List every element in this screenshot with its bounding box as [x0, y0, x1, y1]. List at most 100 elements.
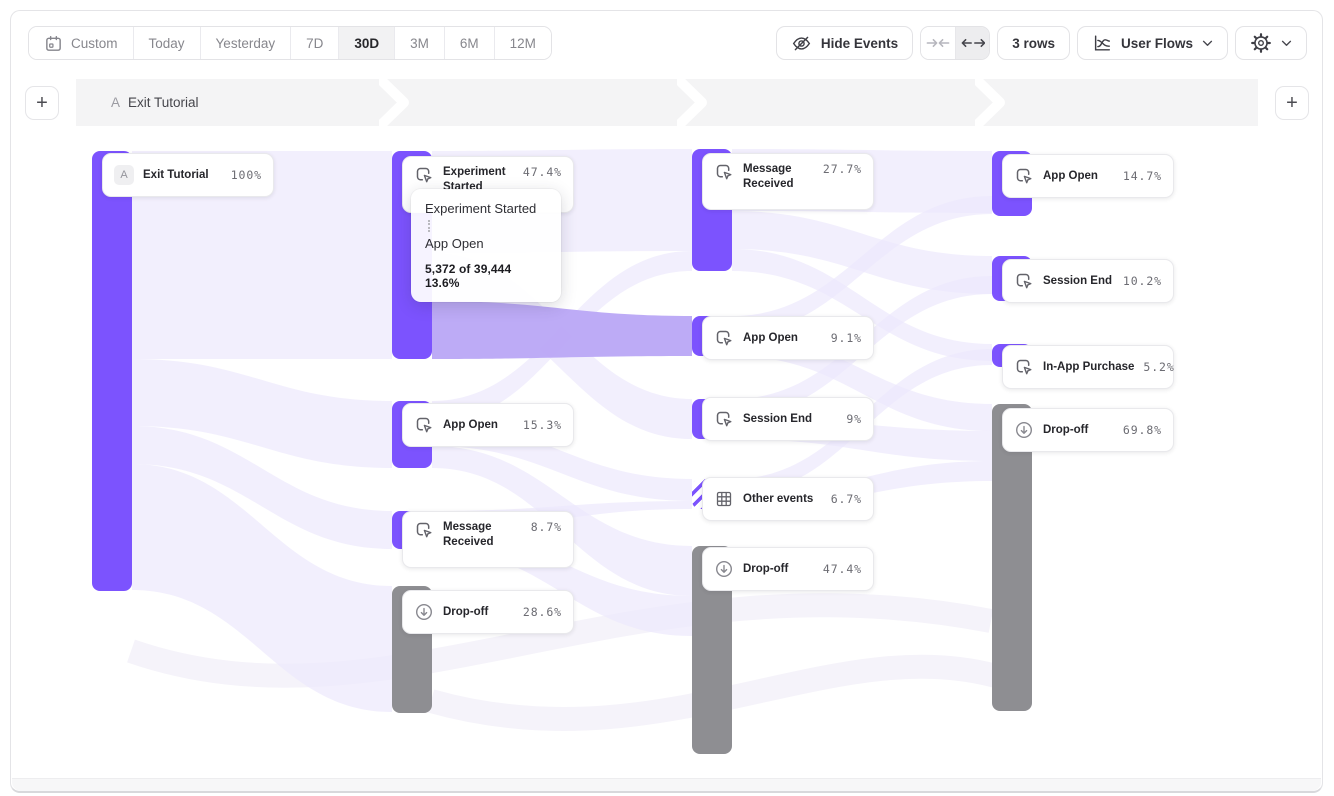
date-range-label: Custom	[71, 36, 118, 51]
node-card-app-open-step3[interactable]: App Open 9.1%	[702, 316, 874, 360]
date-range-control: Custom Today Yesterday 7D 30D 3M 6M 12M	[28, 26, 552, 60]
column-width-toggle	[920, 26, 990, 60]
node-card-exit-tutorial[interactable]: AExit Tutorial100%	[102, 153, 274, 197]
node-value: 27.7%	[823, 162, 862, 176]
step-divider-chevron	[379, 79, 409, 126]
chevron-down-icon	[1281, 40, 1292, 47]
node-value: 6.7%	[831, 492, 862, 506]
date-range-label: 12M	[510, 36, 536, 51]
node-value: 9%	[846, 412, 862, 426]
hide-events-button[interactable]: Hide Events	[776, 26, 913, 60]
node-card-other-events-step3[interactable]: Other events 6.7%	[702, 477, 874, 521]
node-value: 9.1%	[831, 331, 862, 345]
tap-icon	[1014, 166, 1034, 186]
node-value: 47.4%	[523, 165, 562, 179]
date-range-label: 3M	[410, 36, 429, 51]
date-range-yesterday[interactable]: Yesterday	[200, 27, 291, 59]
tap-icon	[1014, 357, 1034, 377]
add-column-left-button[interactable]: +	[25, 86, 59, 120]
flow-link-highlighted[interactable]	[432, 301, 692, 359]
drop-off-icon	[1014, 420, 1034, 440]
node-card-app-open-step2[interactable]: App Open 15.3%	[402, 403, 574, 447]
node-card-in-app-purchase-step4[interactable]: In-App Purchase 5.2%	[1002, 345, 1174, 389]
step-header-band[interactable]: A Exit Tutorial	[76, 79, 1258, 126]
node-card-message-received-step2[interactable]: Message Received 8.7%	[402, 511, 574, 568]
date-range-label: Today	[149, 36, 185, 51]
collapse-arrows-icon	[926, 36, 950, 50]
date-range-30d[interactable]: 30D	[338, 27, 394, 59]
node-card-drop-off-step4[interactable]: Drop-off69.8%	[1002, 408, 1174, 452]
date-range-custom[interactable]: Custom	[29, 27, 133, 59]
node-value: 47.4%	[823, 562, 862, 576]
node-card-session-end-step4[interactable]: Session End10.2%	[1002, 259, 1174, 303]
drop-off-icon	[414, 602, 434, 622]
node-label: Message Received	[443, 520, 522, 550]
user-flows-chart-icon	[1092, 33, 1112, 53]
collapse-columns-button[interactable]	[921, 27, 955, 59]
tap-icon	[714, 409, 734, 429]
date-range-label: Yesterday	[216, 36, 276, 51]
step-divider-chevron	[677, 79, 707, 126]
sankey-bar-exit-tutorial[interactable]	[92, 151, 132, 591]
expand-columns-button[interactable]	[955, 27, 989, 59]
node-card-drop-off-step3[interactable]: Drop-off 47.4%	[702, 547, 874, 591]
gear-icon	[1250, 32, 1272, 54]
expand-arrows-icon	[961, 36, 985, 50]
node-label: App Open	[443, 418, 498, 433]
view-selector-button[interactable]: User Flows	[1077, 26, 1228, 60]
settings-button[interactable]	[1235, 26, 1307, 60]
date-range-6m[interactable]: 6M	[444, 27, 494, 59]
step-title: Exit Tutorial	[128, 95, 199, 110]
node-label: Session End	[1043, 274, 1112, 289]
tooltip-stat: 5,372 of 39,444 13.6%	[425, 262, 547, 290]
steps-header-row: + A Exit Tutorial +	[11, 79, 1322, 126]
grid-icon	[714, 489, 734, 509]
sankey-canvas: Experiment Started App Open 5,372 of 39,…	[11, 11, 1322, 791]
tap-icon	[414, 165, 434, 185]
date-range-label: 30D	[354, 36, 379, 51]
step-divider-chevron	[975, 79, 1005, 126]
node-card-message-received-step3[interactable]: Message Received 27.7%	[702, 153, 874, 210]
node-label: App Open	[743, 331, 798, 346]
node-card-app-open-step4[interactable]: App Open14.7%	[1002, 154, 1174, 198]
chevron-down-icon	[1202, 40, 1213, 47]
sankey-links-layer	[11, 11, 1324, 794]
hide-events-label: Hide Events	[821, 36, 898, 51]
step-letter: A	[111, 95, 120, 110]
tooltip-target-event: App Open	[425, 236, 547, 251]
node-label: Drop-off	[443, 605, 488, 620]
tooltip-source-event: Experiment Started	[425, 201, 547, 216]
node-card-drop-off-step2[interactable]: Drop-off 28.6%	[402, 590, 574, 634]
add-column-right-button[interactable]: +	[1275, 86, 1309, 120]
node-value: 15.3%	[523, 418, 562, 432]
node-label: Message Received	[743, 162, 814, 192]
node-label: In-App Purchase	[1043, 360, 1134, 375]
rows-button[interactable]: 3 rows	[997, 26, 1070, 60]
date-range-12m[interactable]: 12M	[494, 27, 551, 59]
node-label: Drop-off	[743, 562, 788, 577]
node-value: 5.2%	[1143, 360, 1174, 374]
eye-off-icon	[791, 33, 812, 54]
node-label: Other events	[743, 492, 813, 507]
tap-icon	[714, 162, 734, 182]
node-label: Session End	[743, 412, 812, 427]
horizontal-scrollbar[interactable]	[12, 778, 1321, 791]
date-range-3m[interactable]: 3M	[394, 27, 444, 59]
drop-off-icon	[714, 559, 734, 579]
node-value: 69.8%	[1123, 423, 1162, 437]
date-range-label: 7D	[306, 36, 323, 51]
tap-icon	[1014, 271, 1034, 291]
tap-icon	[414, 415, 434, 435]
node-label: Exit Tutorial	[143, 168, 209, 183]
tap-icon	[414, 520, 434, 540]
node-value: 28.6%	[523, 605, 562, 619]
user-flows-app: Custom Today Yesterday 7D 30D 3M 6M 12M Hide Ev…	[10, 10, 1323, 793]
step-header-label: A Exit Tutorial	[111, 79, 199, 126]
date-range-label: 6M	[460, 36, 479, 51]
node-value: 8.7%	[531, 520, 562, 534]
tap-icon	[714, 328, 734, 348]
date-range-today[interactable]: Today	[133, 27, 200, 59]
node-value: 100%	[231, 168, 262, 182]
date-range-7d[interactable]: 7D	[290, 27, 338, 59]
node-card-session-end-step3[interactable]: Session End 9%	[702, 397, 874, 441]
